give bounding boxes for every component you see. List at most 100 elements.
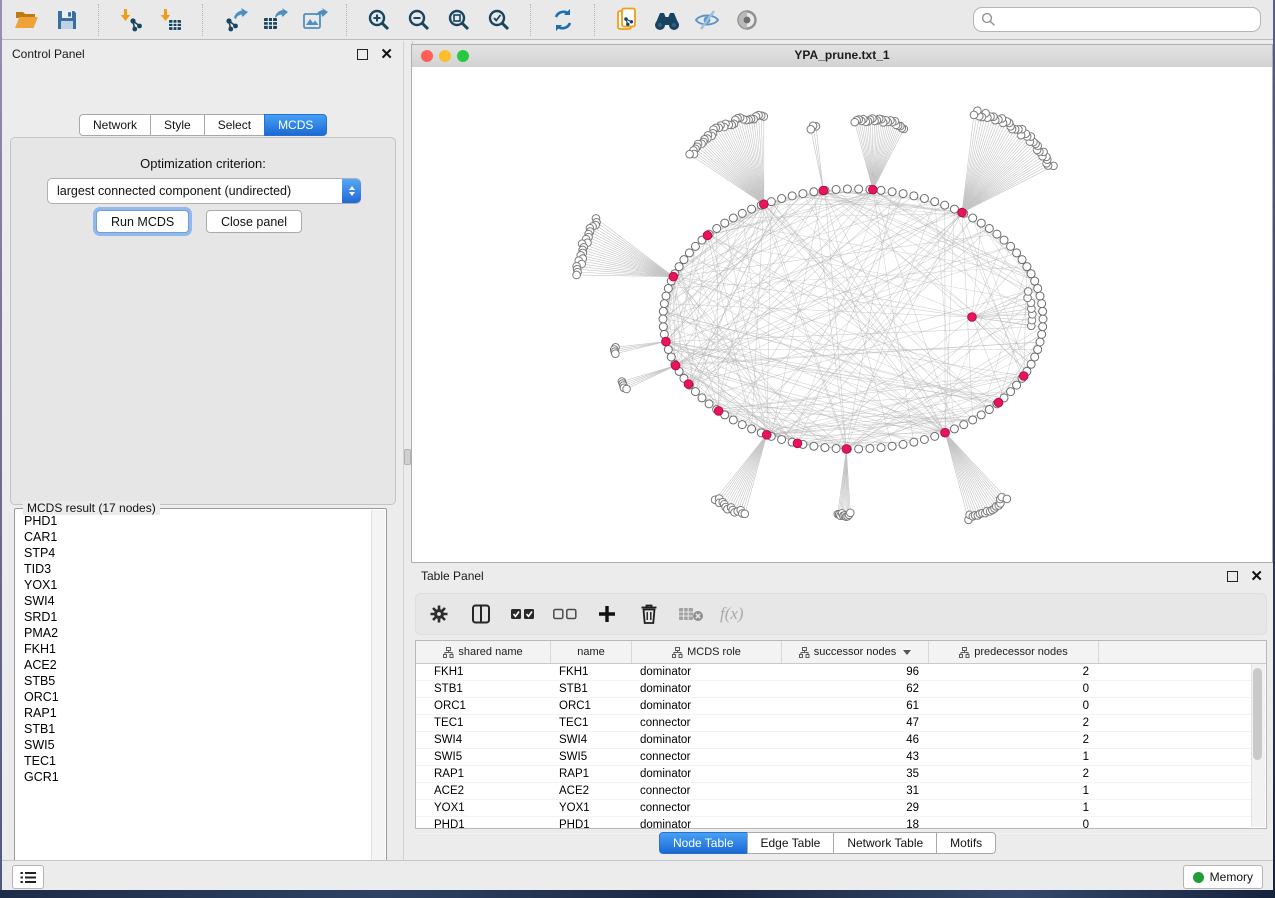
table-cell[interactable]: PHD1 — [416, 817, 551, 833]
column-header-predecessor-nodes[interactable]: predecessor nodes — [929, 641, 1099, 663]
mcds-result-item[interactable]: ACE2 — [16, 657, 372, 673]
table-cell[interactable]: dominator — [632, 681, 782, 697]
mcds-result-item[interactable]: TEC1 — [16, 753, 372, 769]
table-cell[interactable]: 35 — [782, 766, 929, 782]
table-cell[interactable]: 47 — [782, 715, 929, 731]
table-cell[interactable]: 31 — [782, 783, 929, 799]
table-row[interactable]: SWI5SWI5connector431 — [416, 749, 1266, 766]
table-scrollbar[interactable] — [1251, 664, 1265, 827]
table-cell[interactable]: connector — [632, 749, 782, 765]
table-row[interactable]: ACE2ACE2connector311 — [416, 783, 1266, 800]
scrollbar-thumb[interactable] — [1253, 668, 1262, 760]
optimization-criterion-select[interactable]: largest connected component (undirected) — [47, 178, 361, 204]
table-cell[interactable]: ORC1 — [551, 698, 632, 714]
table-cell[interactable]: 43 — [782, 749, 929, 765]
column-header-name[interactable]: name — [551, 641, 632, 663]
table-cell[interactable]: SWI5 — [416, 749, 551, 765]
table-cell[interactable]: connector — [632, 715, 782, 731]
table-cell[interactable]: 29 — [782, 800, 929, 816]
table-cell[interactable]: SWI5 — [551, 749, 632, 765]
table-cell[interactable]: 0 — [929, 698, 1099, 714]
export-table-icon[interactable] — [260, 5, 290, 35]
table-cell[interactable]: STB1 — [416, 681, 551, 697]
table-cell[interactable]: TEC1 — [416, 715, 551, 731]
float-panel-icon[interactable] — [357, 49, 368, 60]
table-cell[interactable]: 0 — [929, 817, 1099, 833]
table-cell[interactable]: FKH1 — [416, 664, 551, 680]
tab-motifs[interactable]: Motifs — [936, 832, 996, 854]
table-cell[interactable]: 96 — [782, 664, 929, 680]
mcds-result-item[interactable]: STP4 — [16, 545, 372, 561]
mcds-result-item[interactable]: STB5 — [16, 673, 372, 689]
table-row[interactable]: SWI4SWI4dominator462 — [416, 732, 1266, 749]
table-cell[interactable]: 2 — [929, 664, 1099, 680]
table-cell[interactable]: YOX1 — [551, 800, 632, 816]
zoom-out-icon[interactable] — [404, 5, 434, 35]
run-mcds-button[interactable]: Run MCDS — [96, 210, 189, 233]
export-network-icon[interactable] — [220, 5, 250, 35]
mcds-result-item[interactable]: PMA2 — [16, 625, 372, 641]
table-cell[interactable]: dominator — [632, 732, 782, 748]
splitter-handle[interactable] — [404, 449, 411, 465]
mcds-result-item[interactable]: STB1 — [16, 721, 372, 737]
search-input[interactable] — [973, 7, 1261, 32]
open-file-icon[interactable] — [12, 5, 42, 35]
mcds-result-item[interactable]: ORC1 — [16, 689, 372, 705]
select-all-icon[interactable] — [510, 601, 536, 627]
table-cell[interactable]: PHD1 — [551, 817, 632, 833]
mcds-list-scrollbar[interactable] — [371, 510, 385, 876]
table-cell[interactable]: 1 — [929, 783, 1099, 799]
zoom-selected-icon[interactable] — [484, 5, 514, 35]
mcds-result-item[interactable]: SWI5 — [16, 737, 372, 753]
table-cell[interactable]: dominator — [632, 766, 782, 782]
export-image-icon[interactable] — [300, 5, 330, 35]
mcds-result-item[interactable]: TID3 — [16, 561, 372, 577]
deselect-all-icon[interactable] — [552, 601, 578, 627]
table-cell[interactable]: YOX1 — [416, 800, 551, 816]
table-cell[interactable]: dominator — [632, 664, 782, 680]
table-cell[interactable]: RAP1 — [416, 766, 551, 782]
table-cell[interactable]: 0 — [929, 681, 1099, 697]
close-panel-button[interactable]: Close panel — [206, 210, 302, 233]
mcds-result-item[interactable]: FKH1 — [16, 641, 372, 657]
table-cell[interactable]: 2 — [929, 715, 1099, 731]
table-cell[interactable]: dominator — [632, 817, 782, 833]
tab-edge-table[interactable]: Edge Table — [747, 832, 835, 854]
column-header-successor-nodes[interactable]: successor nodes — [782, 641, 929, 663]
table-cell[interactable]: 1 — [929, 749, 1099, 765]
table-cell[interactable]: 62 — [782, 681, 929, 697]
mcds-result-item[interactable]: CAR1 — [16, 529, 372, 545]
table-row[interactable]: ORC1ORC1dominator610 — [416, 698, 1266, 715]
table-cell[interactable]: FKH1 — [551, 664, 632, 680]
table-row[interactable]: YOX1YOX1connector291 — [416, 800, 1266, 817]
columns-icon[interactable] — [468, 601, 494, 627]
import-table-icon[interactable] — [156, 5, 186, 35]
task-history-button[interactable] — [12, 865, 44, 889]
table-cell[interactable]: 1 — [929, 800, 1099, 816]
table-row[interactable]: RAP1RAP1dominator352 — [416, 766, 1266, 783]
memory-button[interactable]: Memory — [1183, 865, 1263, 889]
mcds-result-item[interactable]: PHD1 — [16, 513, 372, 529]
close-panel-icon[interactable]: ✕ — [1250, 569, 1263, 584]
zoom-in-icon[interactable] — [364, 5, 394, 35]
gear-icon[interactable] — [426, 601, 452, 627]
float-panel-icon[interactable] — [1227, 571, 1238, 582]
table-cell[interactable]: dominator — [632, 698, 782, 714]
table-cell[interactable]: 2 — [929, 732, 1099, 748]
mcds-result-item[interactable]: RAP1 — [16, 705, 372, 721]
mcds-result-item[interactable]: SRD1 — [16, 609, 372, 625]
birdseye-view-icon[interactable] — [732, 5, 762, 35]
refresh-icon[interactable] — [548, 5, 578, 35]
column-header-shared-name[interactable]: shared name — [416, 641, 551, 663]
table-row[interactable]: STB1STB1dominator620 — [416, 681, 1266, 698]
tab-network[interactable]: Network — [79, 114, 151, 136]
table-cell[interactable]: 46 — [782, 732, 929, 748]
save-session-icon[interactable] — [52, 5, 82, 35]
table-cell[interactable]: 2 — [929, 766, 1099, 782]
table-cell[interactable]: 18 — [782, 817, 929, 833]
table-cell[interactable]: 61 — [782, 698, 929, 714]
table-cell[interactable]: connector — [632, 800, 782, 816]
table-cell[interactable]: ACE2 — [551, 783, 632, 799]
share-document-icon[interactable] — [612, 5, 642, 35]
network-canvas[interactable] — [412, 67, 1272, 562]
